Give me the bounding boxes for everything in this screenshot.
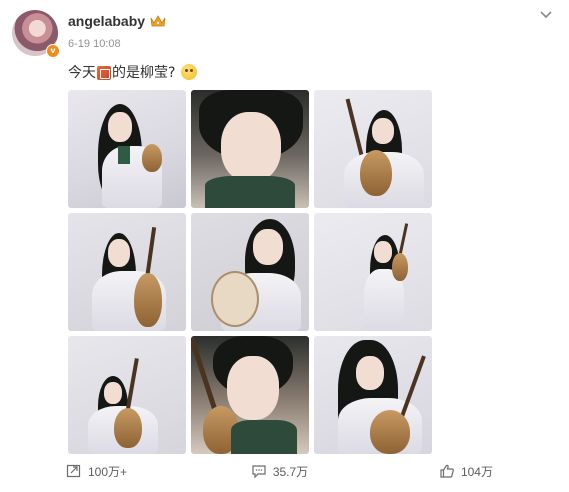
- photo-6[interactable]: [314, 213, 432, 331]
- photo-8[interactable]: [191, 336, 309, 454]
- chevron-down-icon[interactable]: [538, 8, 554, 22]
- share-button[interactable]: 100万+: [0, 456, 208, 486]
- photo-5[interactable]: [191, 213, 309, 331]
- comment-icon: [252, 465, 266, 479]
- comment-button[interactable]: 35.7万: [208, 456, 350, 486]
- post-text-part-2: 的是柳莹?: [112, 65, 176, 81]
- photo-1[interactable]: [68, 90, 186, 208]
- verified-badge-icon: v: [46, 44, 60, 58]
- action-bar: 100万+ 35.7万 104万: [0, 456, 569, 486]
- username-link[interactable]: angelababy: [68, 13, 145, 29]
- crown-icon: [150, 15, 166, 27]
- post-timestamp[interactable]: 6-19 10:08: [68, 38, 121, 50]
- smile-emoji-icon: [181, 64, 198, 80]
- comment-count: 35.7万: [272, 464, 309, 479]
- share-count: 100万+: [88, 464, 128, 479]
- thumbs-up-icon: [440, 464, 454, 478]
- photo-4[interactable]: [68, 213, 186, 331]
- share-icon: [66, 464, 81, 478]
- post-text-part-1: 今天: [68, 65, 96, 81]
- photo-grid: [68, 90, 432, 454]
- inline-sticker-icon: [97, 66, 111, 80]
- photo-7[interactable]: [68, 336, 186, 454]
- photo-3[interactable]: [314, 90, 432, 208]
- like-count: 104万: [460, 464, 493, 479]
- like-button[interactable]: 104万: [351, 456, 569, 486]
- weibo-post-card: v angelababy 6-19 10:08 今天 的是柳莹? 100万+ 3…: [0, 0, 569, 492]
- photo-9[interactable]: [314, 336, 432, 454]
- photo-2[interactable]: [191, 90, 309, 208]
- post-text: 今天 的是柳莹?: [68, 62, 198, 82]
